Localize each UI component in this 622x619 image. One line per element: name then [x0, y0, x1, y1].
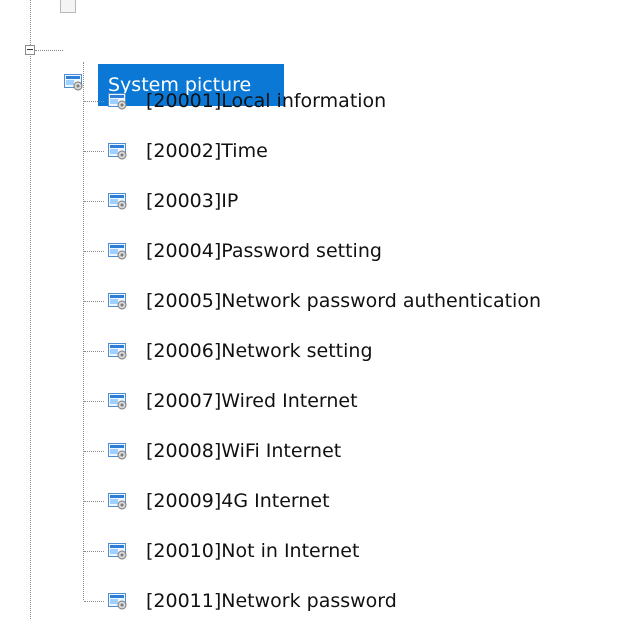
tree-node-label: [20001]Local information — [146, 90, 387, 112]
tree-connector-root — [35, 50, 63, 51]
tree-node-label: [20003]IP — [146, 190, 239, 212]
tree-node-label: [20006]Network setting — [146, 340, 373, 362]
tree-node-item[interactable]: [20006]Network setting — [0, 326, 620, 362]
picture-icon — [108, 393, 127, 410]
tree-connector — [84, 551, 104, 552]
tree-node-item[interactable]: [20001]Local information — [0, 76, 620, 112]
tree-connector — [84, 251, 104, 252]
tree-node-label: [20011]Network password — [146, 590, 397, 612]
tree-connector — [84, 451, 104, 452]
picture-icon — [108, 593, 127, 610]
collapse-toggle-icon[interactable] — [25, 45, 35, 55]
tree-node-label: [20004]Password setting — [146, 240, 382, 262]
tree-node-item[interactable]: [20002]Time — [0, 126, 620, 162]
tree-node-label: [20002]Time — [146, 140, 268, 162]
picture-icon — [108, 493, 127, 510]
tree-connector — [84, 601, 104, 602]
picture-icon — [108, 243, 127, 260]
picture-icon — [108, 93, 127, 110]
tree-node-item[interactable]: [20011]Network password — [0, 576, 620, 612]
tree-node-item[interactable]: [20005]Network password authentication — [0, 276, 620, 312]
tree-node-label: [20008]WiFi Internet — [146, 440, 342, 462]
tree-connector — [84, 501, 104, 502]
tree-view: System picture [20001]Local information … — [0, 0, 622, 619]
tree-node-item[interactable]: [20008]WiFi Internet — [0, 426, 620, 462]
previous-node-icon — [60, 0, 76, 13]
tree-node-item[interactable]: [20004]Password setting — [0, 226, 620, 262]
tree-node-item[interactable]: [20007]Wired Internet — [0, 376, 620, 412]
tree-node-item[interactable]: [20009]4G Internet — [0, 476, 620, 512]
picture-icon — [108, 293, 127, 310]
tree-node-label: [20009]4G Internet — [146, 490, 330, 512]
picture-icon — [108, 443, 127, 460]
tree-connector — [84, 301, 104, 302]
tree-node-label: [20010]Not in Internet — [146, 540, 360, 562]
tree-node-item[interactable]: [20010]Not in Internet — [0, 526, 620, 562]
picture-icon — [108, 143, 127, 160]
tree-connector — [84, 201, 104, 202]
tree-node-label: [20007]Wired Internet — [146, 390, 358, 412]
tree-connector — [84, 351, 104, 352]
picture-icon — [108, 343, 127, 360]
tree-connector — [84, 401, 104, 402]
tree-node-label: [20005]Network password authentication — [146, 290, 542, 312]
tree-connector — [84, 101, 104, 102]
tree-node-item[interactable]: [20003]IP — [0, 176, 620, 212]
picture-icon — [108, 543, 127, 560]
picture-icon — [108, 193, 127, 210]
tree-connector — [84, 151, 104, 152]
